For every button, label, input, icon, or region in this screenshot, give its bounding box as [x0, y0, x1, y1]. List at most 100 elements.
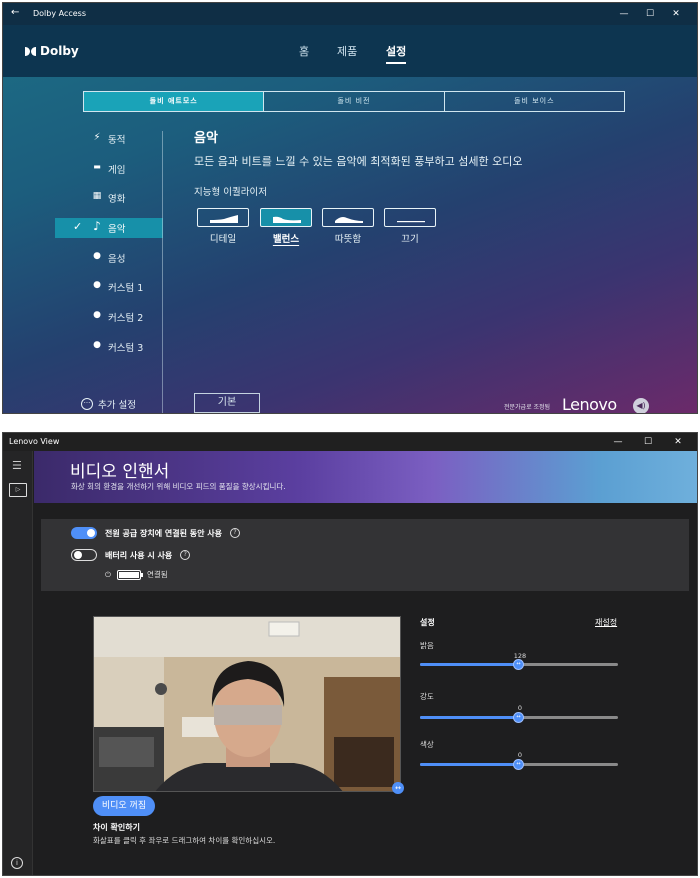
- brightness-slider-thumb[interactable]: ↔: [513, 659, 524, 670]
- checkmark-icon: ✓: [73, 220, 83, 234]
- compare-description: 화살표를 클릭 후 좌우로 드래그하여 차이를 확인하십시오.: [93, 836, 276, 845]
- speaker-icon[interactable]: ◀): [633, 398, 649, 413]
- dolby-tab-bar: 돌비 애트모스 돌비 비전 돌비 보이스: [83, 91, 625, 112]
- eq-label-off: 끄기: [401, 234, 419, 245]
- sidebar-divider: [162, 131, 163, 413]
- eq-preset-balance[interactable]: [260, 208, 312, 227]
- reset-link[interactable]: 재설정: [595, 617, 617, 628]
- page-title: 비디오 인핸서: [70, 462, 170, 482]
- nav-products[interactable]: 제품: [337, 43, 357, 59]
- eq-balance-curve-icon: [273, 216, 301, 223]
- compare-split-handle[interactable]: ↔: [392, 782, 404, 794]
- plugged-in-toggle[interactable]: [71, 527, 97, 539]
- sidebar-item-label: 게임: [108, 164, 126, 176]
- sidebar-item-movie[interactable]: ▦ 영화: [55, 188, 163, 208]
- plug-icon: ⏻: [105, 569, 111, 579]
- close-button[interactable]: ✕: [663, 433, 693, 451]
- maximize-button[interactable]: ☐: [633, 433, 663, 451]
- tab-dolby-voice[interactable]: 돌비 보이스: [445, 92, 624, 111]
- minimize-button[interactable]: —: [611, 3, 637, 25]
- info-icon[interactable]: i: [11, 857, 23, 869]
- video-enhancer-nav-icon[interactable]: ▷: [9, 483, 27, 497]
- sidebar-item-label: 음성: [108, 253, 126, 265]
- film-icon: ▦: [92, 191, 102, 202]
- battery-toggle[interactable]: [71, 549, 97, 561]
- intensity-slider-thumb[interactable]: ↔: [513, 712, 524, 723]
- sidebar-item-label: 영화: [108, 194, 126, 206]
- eq-label-detail: 디테일: [209, 234, 237, 245]
- dolby-logo: Dolby: [25, 44, 79, 58]
- maximize-button[interactable]: ☐: [637, 3, 663, 25]
- profile-description: 모든 음과 비트를 느낄 수 있는 음악에 최적화된 풍부하고 섬세한 오디오: [194, 155, 523, 168]
- toggle-label: 전원 공급 장치에 연결된 동안 사용: [105, 528, 222, 538]
- help-icon[interactable]: ?: [229, 528, 240, 538]
- window-title: Dolby Access: [33, 9, 87, 18]
- slider-value-color: 0: [517, 751, 523, 759]
- eq-warm-curve-icon: [335, 217, 363, 223]
- lenovo-view-window: Lenovo View — ☐ ✕ ☰ ▷ i 비디오 인핸서 화상 회의 환경…: [2, 432, 698, 876]
- minimize-button[interactable]: —: [603, 433, 633, 451]
- sidebar-item-label: 커스텀 1: [108, 283, 144, 295]
- slider-value-intensity: 0: [517, 704, 523, 712]
- sidebar-item-label: 동적: [108, 135, 126, 146]
- sidebar-item-custom-1[interactable]: ● 커스텀 1: [55, 277, 163, 297]
- eq-preset-off[interactable]: [384, 208, 436, 227]
- power-status: ⏻ 연결됨: [105, 569, 168, 580]
- default-button[interactable]: 기본: [194, 393, 260, 413]
- equalizer-label: 지능형 이퀄라이저: [194, 187, 267, 198]
- help-icon[interactable]: ?: [180, 550, 191, 560]
- color-slider-thumb[interactable]: ↔: [513, 759, 524, 770]
- slider-label-color: 색상: [420, 740, 434, 749]
- intensity-slider[interactable]: ↔: [420, 712, 618, 723]
- back-arrow-icon[interactable]: ←: [11, 7, 19, 18]
- camera-preview: [93, 616, 401, 792]
- settings-heading: 설정: [420, 618, 435, 627]
- sidebar-item-music[interactable]: ✓ ♪ 음악: [55, 218, 163, 239]
- voice-icon: ●: [93, 250, 101, 261]
- eq-preset-warm[interactable]: [322, 208, 374, 227]
- hamburger-menu-icon[interactable]: ☰: [12, 459, 22, 472]
- sidebar-item-custom-2[interactable]: ● 커스텀 2: [55, 307, 163, 327]
- color-slider[interactable]: ↔: [420, 759, 618, 770]
- dolby-titlebar: ← Dolby Access — ☐ ✕: [3, 3, 697, 25]
- window-controls: — ☐ ✕: [611, 3, 689, 25]
- sidebar-item-voice[interactable]: ● 음성: [55, 248, 163, 268]
- toggle-row-battery: 배터리 사용 시 사용 ?: [71, 549, 191, 561]
- eq-preset-detail[interactable]: [197, 208, 249, 227]
- music-note-icon: ♪: [93, 219, 101, 234]
- profile-sidebar: ⚡ 동적 ▬ 게임 ▦ 영화 ✓ ♪ 음악 ● 음성 ● 커스텀 1 ● 커스텀…: [55, 129, 163, 367]
- user-icon: ●: [93, 339, 101, 350]
- dolby-access-window: ← Dolby Access — ☐ ✕ Dolby 홈 제품 설정 돌비 애트…: [2, 2, 698, 414]
- brightness-slider[interactable]: ↔: [420, 659, 618, 670]
- profile-title: 음악: [194, 131, 218, 146]
- sidebar-item-label: 커스텀 2: [108, 313, 144, 325]
- eq-label-balance: 밸런스: [272, 234, 300, 245]
- sidebar-item-dynamic[interactable]: ⚡ 동적: [55, 129, 163, 149]
- more-settings-label: 추가 설정: [98, 400, 136, 411]
- tab-dolby-atmos[interactable]: 돌비 애트모스: [84, 92, 265, 111]
- slider-label-intensity: 강도: [420, 692, 434, 701]
- sidebar-item-custom-3[interactable]: ● 커스텀 3: [55, 337, 163, 357]
- lightning-icon: ⚡: [93, 132, 101, 143]
- nav-home[interactable]: 홈: [299, 43, 309, 59]
- user-icon: ●: [93, 280, 101, 291]
- sidebar-item-game[interactable]: ▬ 게임: [55, 159, 163, 179]
- more-settings-link[interactable]: ··· 추가 설정: [81, 397, 136, 411]
- lenovo-logo: Lenovo: [562, 395, 617, 414]
- nav-settings[interactable]: 설정: [386, 43, 407, 64]
- lenovo-view-titlebar: Lenovo View — ☐ ✕: [3, 433, 697, 451]
- eq-detail-curve-icon: [210, 215, 238, 223]
- user-icon: ●: [93, 310, 101, 321]
- sidebar-item-label: 음악: [108, 224, 126, 236]
- dolby-header: Dolby 홈 제품 설정: [3, 25, 697, 77]
- video-off-button[interactable]: 비디오 꺼짐: [93, 796, 155, 816]
- eq-label-warm: 따뜻함: [334, 234, 362, 245]
- tab-dolby-vision[interactable]: 돌비 비전: [264, 92, 445, 111]
- close-button[interactable]: ✕: [663, 3, 689, 25]
- usage-options-card: 전원 공급 장치에 연결된 동안 사용 ? 배터리 사용 시 사용 ? ⏻ 연결…: [41, 519, 689, 591]
- lenovo-view-sidebar: ☰ ▷ i: [3, 451, 33, 875]
- toggle-row-plugged-in: 전원 공급 장치에 연결된 동안 사용 ?: [71, 527, 240, 539]
- page-subtitle: 화상 회의 환경을 개선하기 위해 비디오 피드의 품질을 향상시킵니다.: [71, 482, 286, 491]
- toggle-label: 배터리 사용 시 사용: [105, 550, 173, 560]
- slider-label-brightness: 밝음: [420, 641, 434, 650]
